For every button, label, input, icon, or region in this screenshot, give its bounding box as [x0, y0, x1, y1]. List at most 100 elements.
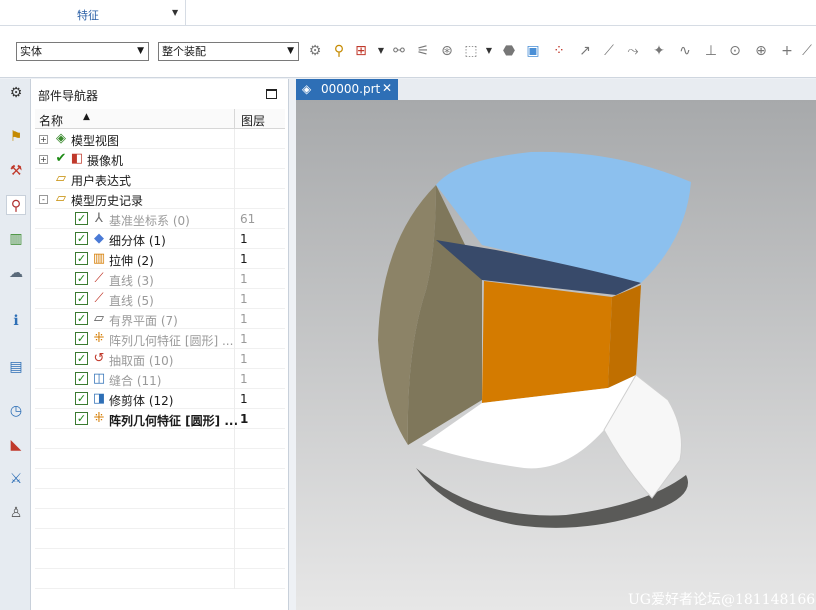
tree-node-label: 细分体 (1) [109, 234, 166, 248]
existing-point-icon[interactable]: + [778, 42, 796, 60]
chevron-down-icon: ▼ [287, 46, 294, 56]
expand-icon[interactable]: + [39, 155, 48, 164]
tab-document[interactable]: ◈ 00000.prt ✕ [296, 79, 398, 100]
document-tab-strip: ◈ 00000.prt ✕ [296, 79, 816, 100]
assembly-navigator-icon[interactable]: ⚑ [6, 127, 26, 147]
web-browser-icon[interactable]: ℹ [6, 311, 26, 331]
navigator-title: 部件导航器 [38, 89, 99, 103]
visibility-checkbox[interactable]: ✓ [75, 232, 88, 245]
point-on-face-icon[interactable]: ⟋ [798, 42, 816, 60]
visibility-checkbox[interactable]: ✓ [75, 352, 88, 365]
tree-node[interactable]: + ◧ ✔ 摄像机 [35, 149, 285, 169]
collapse-icon[interactable]: - [39, 195, 48, 204]
tree-node[interactable]: ✓ ▥ 拉伸 (2) 1 [35, 249, 285, 269]
graphics-window[interactable] [296, 100, 816, 610]
model-view[interactable] [296, 100, 816, 610]
quadrant-point-icon[interactable]: ⊕ [752, 42, 770, 60]
tree-node-label: 用户表达式 [71, 174, 132, 188]
tree-node[interactable]: ✓ ◫ 缝合 (11) 1 [35, 369, 285, 389]
arc-center-icon[interactable]: ⊙ [726, 42, 744, 60]
visibility-checkbox[interactable]: ✓ [75, 332, 88, 345]
process-studio-icon[interactable]: ⚔ [6, 469, 26, 489]
chevron-down-icon[interactable]: ▼ [480, 42, 498, 60]
pattern-geometry-icon: ⁜ [93, 411, 105, 426]
visibility-checkbox[interactable]: ✓ [75, 212, 88, 225]
column-header-layer[interactable]: 图层 [241, 112, 265, 129]
visibility-checkbox[interactable]: ✓ [75, 272, 88, 285]
cube-icon[interactable]: ▣ [524, 42, 542, 60]
select-body-icon[interactable]: ⚟ [414, 42, 432, 60]
assembly-scope-select[interactable]: 整个装配 ▼ [158, 42, 299, 61]
tree-node[interactable]: ✓ ⟋ 直线 (3) 1 [35, 269, 285, 289]
chevron-down-icon[interactable]: ▼ [372, 42, 390, 60]
tree-node[interactable]: ✓ ◆ 细分体 (1) 1 [35, 229, 285, 249]
filter-icon[interactable]: ⚙ [306, 42, 324, 60]
column-header-name[interactable]: 名称 [39, 112, 63, 129]
reuse-library-icon[interactable]: ▥ [6, 229, 26, 249]
tree-node[interactable]: ✓ ⅄ 基准坐标系 (0) 61 [35, 209, 285, 229]
extrude-icon: ▥ [92, 251, 106, 266]
type-filter-select[interactable]: 实体 ▼ [16, 42, 149, 61]
end-point-icon[interactable]: ↗ [576, 42, 594, 60]
tree-node[interactable]: ▱ 用户表达式 [35, 169, 285, 189]
tree-node[interactable]: - ▱ 模型历史记录 [35, 189, 285, 209]
maximize-icon[interactable] [266, 89, 277, 99]
history-icon[interactable]: ▤ [6, 357, 26, 377]
empty-row [35, 509, 285, 529]
bounded-plane-icon: ▱ [94, 311, 104, 326]
navigator-tree: 名称 ▲ 图层 + ◈ 模型视图 + ◧ ✔ 摄像机 ▱ 用户表达式 - ▱ 模型历史记录 ✓ ⅄ 基准坐标… [35, 109, 285, 589]
spline-point-icon[interactable]: ∿ [676, 42, 694, 60]
snap-points-icon[interactable]: ⁘ [550, 42, 568, 60]
trim-body-icon: ◨ [92, 391, 106, 406]
chevron-down-icon[interactable]: ▼ [172, 8, 178, 17]
visibility-checkbox[interactable]: ✓ [75, 392, 88, 405]
expand-icon[interactable]: + [39, 135, 48, 144]
mid-point-icon[interactable]: ⟋ [600, 42, 618, 60]
tree-rows: + ◈ 模型视图 + ◧ ✔ 摄像机 ▱ 用户表达式 - ▱ 模型历史记录 ✓ ⅄ 基准坐标系 (0) 61 ✓… [35, 129, 285, 589]
tree-node[interactable]: ✓ ◨ 修剪体 (12) 1 [35, 389, 285, 409]
datum-csys-icon: ⅄ [95, 211, 103, 226]
subdivision-body-icon: ◆ [94, 231, 104, 246]
tree-node[interactable]: ✓ ⁜ 阵列几何特征 [圆形] ... 1 [35, 329, 285, 349]
watermark-text: UG爱好者论坛@1811481669 [628, 592, 816, 608]
tree-node[interactable]: ✓ ⟋ 直线 (5) 1 [35, 289, 285, 309]
visibility-checkbox[interactable]: ✓ [75, 372, 88, 385]
model-face-front-orange [482, 281, 612, 403]
checkmark-icon: ✔ [55, 151, 67, 166]
empty-row [35, 429, 285, 449]
ribbon-group-features[interactable]: 特征 ▼ [0, 0, 186, 25]
system-materials-icon[interactable]: ◣ [6, 435, 26, 455]
clock-icon[interactable]: ◷ [6, 401, 26, 421]
part-navigator-icon[interactable]: ⚲ [6, 195, 26, 215]
tree-node[interactable]: ✓ ⁜ 阵列几何特征 [圆形] ... 1 [35, 409, 285, 429]
select-region-icon[interactable]: ⊞ [352, 42, 370, 60]
select-features-icon[interactable]: ⚯ [390, 42, 408, 60]
constraint-navigator-icon[interactable]: ⚒ [6, 161, 26, 181]
tree-node[interactable]: + ◈ 模型视图 [35, 129, 285, 149]
tree-node[interactable]: ✓ ▱ 有界平面 (7) 1 [35, 309, 285, 329]
tree-node-label: 拉伸 (2) [109, 254, 154, 268]
tree-node-layer: 1 [240, 252, 248, 266]
close-icon[interactable]: ✕ [382, 81, 392, 95]
visibility-checkbox[interactable]: ✓ [75, 252, 88, 265]
selection-toolbar: 实体 ▼ 整个装配 ▼ ⚙ ⚲ ⊞ ▼ ⚯ ⚟ ⊛ ⬚ ▼ ⬣ ▣ ⁘ ↗ ⟋ … [0, 26, 816, 78]
intersection-point-icon[interactable]: ✦ [650, 42, 668, 60]
roles-icon[interactable]: ♙ [6, 503, 26, 523]
tree-node[interactable]: ✓ ↺ 抽取面 (10) 1 [35, 349, 285, 369]
solid-select-icon[interactable]: ⬣ [500, 42, 518, 60]
ribbon-bar: 特征 ▼ [0, 0, 816, 26]
empty-row [35, 529, 285, 549]
gear-icon[interactable]: ⚙ [6, 83, 26, 103]
point-on-curve-icon[interactable]: ⊥ [702, 42, 720, 60]
tree-node-layer: 1 [240, 292, 248, 306]
control-point-icon[interactable]: ⤳ [624, 42, 642, 60]
select-group-icon[interactable]: ⊛ [438, 42, 456, 60]
visibility-checkbox[interactable]: ✓ [75, 292, 88, 305]
tree-node-layer: 61 [240, 212, 256, 226]
rectangle-select-icon[interactable]: ⬚ [462, 42, 480, 60]
visibility-checkbox[interactable]: ✓ [75, 312, 88, 325]
selection-filter-icon[interactable]: ⚲ [330, 42, 348, 60]
tree-node-layer: 1 [240, 312, 248, 326]
hd3d-tools-icon[interactable]: ☁ [6, 263, 26, 283]
visibility-checkbox[interactable]: ✓ [75, 412, 88, 425]
